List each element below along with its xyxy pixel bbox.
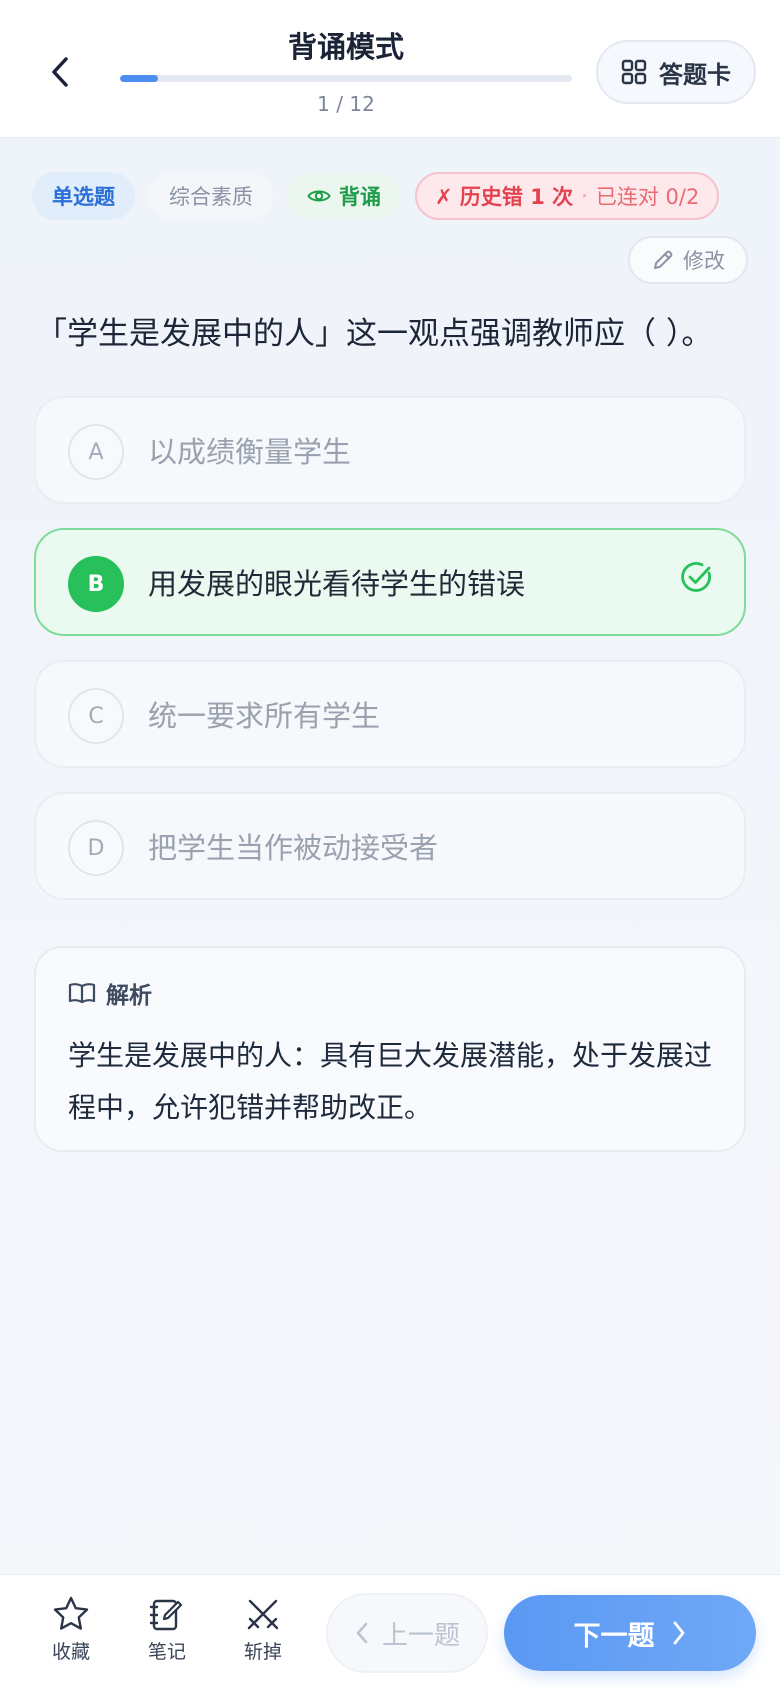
chevron-left-icon bbox=[356, 1622, 368, 1644]
option-d[interactable]: D 把学生当作被动接受者 bbox=[34, 792, 746, 900]
eye-icon bbox=[307, 190, 331, 202]
analysis-header: 解析 bbox=[68, 976, 152, 1010]
swords-icon bbox=[247, 1599, 279, 1630]
edit-button[interactable]: 修改 bbox=[628, 236, 748, 284]
option-b[interactable]: B 用发展的眼光看待学生的错误 bbox=[34, 528, 746, 636]
analysis-card: 解析 学生是发展中的人：具有巨大发展潜能，处于发展过程中，允许犯错并帮助改正。 bbox=[34, 946, 746, 1152]
progress-bar bbox=[120, 75, 572, 82]
option-letter: D bbox=[68, 820, 124, 876]
remove-button[interactable]: 斩掉 bbox=[228, 1595, 298, 1675]
page-title: 背诵模式 bbox=[287, 30, 404, 64]
option-letter: A bbox=[68, 424, 124, 480]
answer-card-label: 答题卡 bbox=[659, 60, 731, 89]
next-label: 下一题 bbox=[573, 1620, 655, 1652]
progress-fill bbox=[120, 75, 158, 82]
pencil-icon bbox=[654, 250, 673, 269]
note-button[interactable]: 笔记 bbox=[132, 1595, 202, 1675]
progress-text: 1 / 12 bbox=[317, 92, 375, 116]
bottom-bar: 收藏 笔记 斩掉 上一题 下一题 bbox=[0, 1574, 780, 1688]
history-wrong-count: ✗ 历史错 1 次 bbox=[435, 185, 574, 209]
edit-label: 修改 bbox=[683, 249, 725, 273]
option-c[interactable]: C 统一要求所有学生 bbox=[34, 660, 746, 768]
analysis-text: 学生是发展中的人：具有巨大发展潜能，处于发展过程中，允许犯错并帮助改正。 bbox=[68, 1039, 713, 1124]
option-a[interactable]: A 以成绩衡量学生 bbox=[34, 396, 746, 504]
history-streak: 已连对 0/2 bbox=[595, 185, 700, 209]
note-icon bbox=[149, 1599, 183, 1631]
grid-icon bbox=[621, 59, 647, 85]
option-text: 用发展的眼光看待学生的错误 bbox=[148, 567, 526, 601]
history-tag: ✗ 历史错 1 次 · 已连对 0/2 bbox=[415, 172, 720, 220]
check-circle-icon bbox=[681, 562, 711, 592]
mode-tag-label: 背诵 bbox=[339, 185, 381, 209]
subject-tag: 综合素质 bbox=[149, 172, 273, 220]
remove-label: 斩掉 bbox=[243, 1641, 282, 1663]
note-label: 笔记 bbox=[147, 1641, 186, 1663]
option-letter: B bbox=[68, 556, 124, 612]
star-icon bbox=[53, 1596, 89, 1630]
book-icon bbox=[68, 983, 96, 1004]
option-text: 以成绩衡量学生 bbox=[148, 435, 352, 469]
question-type-tag: 单选题 bbox=[32, 172, 135, 220]
option-text: 把学生当作被动接受者 bbox=[148, 831, 439, 865]
chevron-right-icon bbox=[673, 1621, 684, 1645]
question-tags: 单选题 综合素质 背诵 ✗ 历史错 1 次 · 已连对 0/2 bbox=[32, 172, 720, 220]
prev-label: 上一题 bbox=[381, 1620, 460, 1651]
analysis-title: 解析 bbox=[106, 983, 152, 1009]
option-letter: C bbox=[68, 688, 124, 744]
mode-tag: 背诵 bbox=[287, 172, 401, 220]
header: 背诵模式 1 / 12 答题卡 bbox=[0, 0, 780, 138]
question-text: 「学生是发展中的人」这一观点强调教师应（ ）。 bbox=[36, 316, 713, 352]
history-separator: · bbox=[581, 184, 588, 208]
next-question-button[interactable]: 下一题 bbox=[504, 1595, 756, 1671]
option-text: 统一要求所有学生 bbox=[148, 699, 381, 733]
answer-card-button[interactable]: 答题卡 bbox=[596, 40, 756, 104]
prev-question-button[interactable]: 上一题 bbox=[326, 1593, 488, 1673]
favorite-label: 收藏 bbox=[51, 1641, 90, 1663]
favorite-button[interactable]: 收藏 bbox=[36, 1595, 106, 1675]
